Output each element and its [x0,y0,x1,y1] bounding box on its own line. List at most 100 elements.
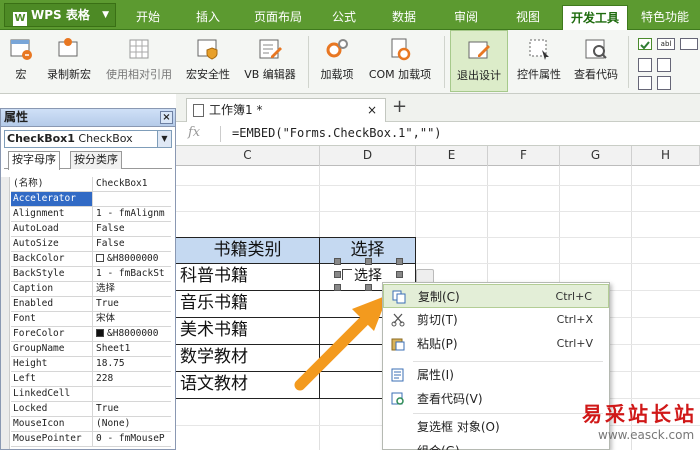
gear-icon [326,39,348,58]
exit-design-button[interactable]: 退出设计 [450,30,508,92]
tab-data[interactable]: 数据 [382,5,426,30]
property-row[interactable]: AutoLoad False [11,222,171,237]
developer-ribbon: 宏 录制新宏 使用相对引用 宏安全性 VB 编辑器 加载项 COM 加载项 退出… [0,30,700,94]
option-button-icon[interactable] [638,58,652,72]
function-icon[interactable]: fx [188,125,200,140]
property-value[interactable]: 228 [94,372,171,386]
com-addins-icon [391,38,411,61]
tab-alphabetic[interactable]: 按字母序 [8,151,60,170]
property-value[interactable]: 18.75 [94,357,171,371]
property-name: Locked [11,402,93,416]
menu-item-cut[interactable]: 剪切(T) Ctrl+X [383,308,609,332]
property-value[interactable]: 0 - fmMouseP [94,432,171,446]
formula-input[interactable]: =EMBED("Forms.CheckBox.1","") [232,126,442,140]
property-value[interactable]: 宋体 [94,312,171,326]
property-row[interactable]: Font 宋体 [11,312,171,327]
property-name: AutoSize [11,237,93,251]
button-control-icon[interactable] [680,38,698,50]
property-row[interactable]: Locked True [11,402,171,417]
table-header-category[interactable]: 书籍类别 [176,237,319,263]
macro-security-button[interactable]: 宏安全性 [180,30,236,92]
checkbox-control-icon[interactable] [638,38,652,50]
property-row[interactable]: BackStyle 1 - fmBackSt [11,267,171,282]
property-value[interactable] [94,387,171,401]
relative-reference-button[interactable]: 使用相对引用 [100,30,178,92]
vb-editor-button[interactable]: VB 编辑器 [238,30,302,92]
property-row[interactable]: LinkedCell [11,387,171,402]
properties-scrollbar[interactable] [1,177,10,449]
column-header-c[interactable]: C [176,146,320,166]
close-tab-icon[interactable]: × [367,99,377,121]
chevron-down-icon[interactable]: ▼ [157,131,171,147]
property-row[interactable]: Caption 选择 [11,282,171,297]
macro-button[interactable]: 宏 [2,30,40,92]
app-menu-button[interactable]: W WPS 表格 ▼ [4,3,116,27]
property-value[interactable]: False [94,237,171,251]
property-row[interactable]: Enabled True [11,297,171,312]
document-tab[interactable]: 工作簿1 * × [186,98,386,122]
property-value[interactable] [94,192,171,206]
color-swatch [96,329,104,337]
menu-item-properties[interactable]: 属性(I) [383,363,609,387]
com-addins-button[interactable]: COM 加载项 [362,30,438,92]
property-row[interactable]: ForeColor &H8000000 [11,327,171,342]
column-header-e[interactable]: E [416,146,488,166]
property-value[interactable]: &H8000000 [94,252,171,266]
control-properties-button[interactable]: 控件属性 [510,30,568,92]
property-value[interactable]: True [94,297,171,311]
tab-special[interactable]: 特色功能 [634,5,696,30]
property-row[interactable]: Left 228 [11,372,171,387]
property-value[interactable]: True [94,402,171,416]
property-row[interactable]: GroupName Sheet1 [11,342,171,357]
tab-insert[interactable]: 插入 [186,5,230,30]
property-row[interactable]: Alignment 1 - fmAlignm [11,207,171,222]
combobox-control-icon[interactable] [657,76,671,90]
tab-page-layout[interactable]: 页面布局 [246,5,310,30]
column-header-f[interactable]: F [488,146,560,166]
resize-handle[interactable] [396,258,403,265]
property-row[interactable]: (名称) CheckBox1 [11,177,171,192]
menu-item-copy[interactable]: 复制(C) Ctrl+C [383,284,609,308]
tab-start[interactable]: 开始 [126,5,170,30]
property-value[interactable]: 1 - fmAlignm [94,207,171,221]
property-value[interactable]: 1 - fmBackSt [94,267,171,281]
column-header-h[interactable]: H [632,146,700,166]
resize-handle[interactable] [334,258,341,265]
new-tab-button[interactable]: + [392,97,407,117]
record-macro-button[interactable]: 录制新宏 [40,30,98,92]
tab-review[interactable]: 审阅 [444,5,488,30]
property-value[interactable]: &H8000000 [94,327,171,341]
property-value[interactable]: False [94,222,171,236]
addins-button[interactable]: 加载项 [314,30,360,92]
resize-handle[interactable] [334,271,341,278]
view-code-button[interactable]: 查看代码 [570,30,622,92]
property-row[interactable]: MouseIcon (None) [11,417,171,432]
property-name: AutoLoad [11,222,93,236]
object-selector-dropdown[interactable]: CheckBox1 CheckBox ▼ [4,130,172,148]
resize-handle[interactable] [396,271,403,278]
column-header-d[interactable]: D [320,146,416,166]
property-row[interactable]: MousePointer 0 - fmMouseP [11,432,171,447]
menu-item-paste[interactable]: 粘贴(P) Ctrl+V [383,332,609,356]
column-header-g[interactable]: G [560,146,632,166]
property-row[interactable]: Height 18.75 [11,357,171,372]
listbox-control-icon[interactable] [657,58,671,72]
com-addins-label: COM 加载项 [368,68,432,81]
property-row[interactable]: BackColor &H8000000 [11,252,171,267]
textbox-control-icon[interactable]: abl [657,38,675,50]
close-icon[interactable]: × [160,111,173,124]
properties-title-bar[interactable]: 属性 × [1,109,175,127]
spin-button-icon[interactable] [638,76,652,90]
property-row[interactable]: AutoSize False [11,237,171,252]
property-value[interactable]: Sheet1 [94,342,171,356]
property-value[interactable]: (None) [94,417,171,431]
property-row[interactable]: Accelerator [11,192,171,207]
tab-formula[interactable]: 公式 [322,5,366,30]
resize-handle[interactable] [365,258,372,265]
property-value[interactable]: CheckBox1 [94,177,171,191]
property-value[interactable]: 选择 [94,282,171,296]
record-macro-icon [58,38,78,57]
tab-categorized[interactable]: 按分类序 [70,151,122,169]
tab-view[interactable]: 视图 [506,5,550,30]
tab-developer[interactable]: 开发工具 [562,5,628,31]
